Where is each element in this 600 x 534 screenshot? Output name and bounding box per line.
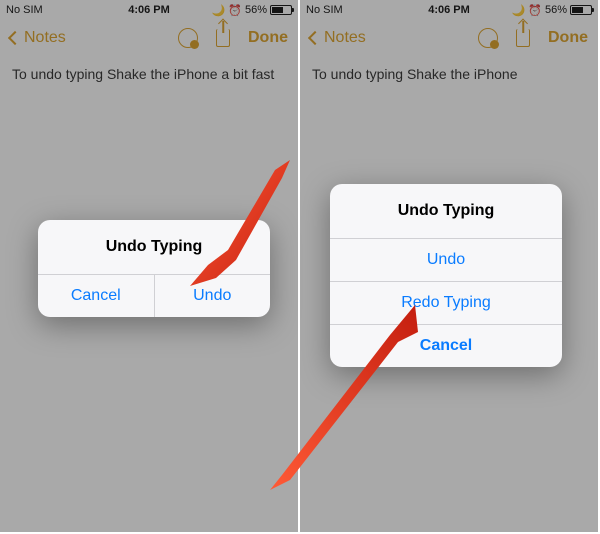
back-label: Notes	[324, 29, 366, 47]
add-people-icon[interactable]	[478, 28, 498, 48]
battery-icon	[270, 5, 292, 15]
status-bar: No SIM 4:06 PM 🌙 ⏰ 56%	[0, 0, 298, 18]
undo-dialog: Undo Typing Cancel Undo	[38, 220, 270, 317]
nav-toolbar: Notes Done	[300, 18, 598, 58]
dialog-title: Undo Typing	[330, 184, 562, 238]
redo-button[interactable]: Redo Typing	[330, 282, 562, 324]
back-button[interactable]: Notes	[310, 29, 366, 47]
cancel-button[interactable]: Cancel	[330, 325, 562, 367]
back-label: Notes	[24, 29, 66, 47]
phone-left: No SIM 4:06 PM 🌙 ⏰ 56% Notes Done To und…	[0, 0, 298, 532]
chevron-left-icon	[308, 31, 322, 45]
back-button[interactable]: Notes	[10, 29, 66, 47]
done-button[interactable]: Done	[248, 29, 288, 47]
note-content[interactable]: To undo typing Shake the iPhone a bit fa…	[0, 58, 298, 90]
phone-right: No SIM 4:06 PM 🌙 ⏰ 56% Notes Done To und…	[300, 0, 598, 532]
cancel-button[interactable]: Cancel	[38, 275, 154, 317]
done-button[interactable]: Done	[548, 29, 588, 47]
undo-dialog: Undo Typing Undo Redo Typing Cancel	[330, 184, 562, 367]
undo-button[interactable]: Undo	[330, 239, 562, 281]
undo-button[interactable]: Undo	[154, 275, 271, 317]
clock-label: 4:06 PM	[300, 4, 598, 16]
add-people-icon[interactable]	[178, 28, 198, 48]
share-icon[interactable]	[216, 29, 230, 47]
nav-toolbar: Notes Done	[0, 18, 298, 58]
share-icon[interactable]	[516, 29, 530, 47]
chevron-left-icon	[8, 31, 22, 45]
clock-label: 4:06 PM	[0, 4, 298, 16]
dialog-title: Undo Typing	[38, 220, 270, 274]
note-content[interactable]: To undo typing Shake the iPhone	[300, 58, 598, 90]
status-bar: No SIM 4:06 PM 🌙 ⏰ 56%	[300, 0, 598, 18]
battery-icon	[570, 5, 592, 15]
